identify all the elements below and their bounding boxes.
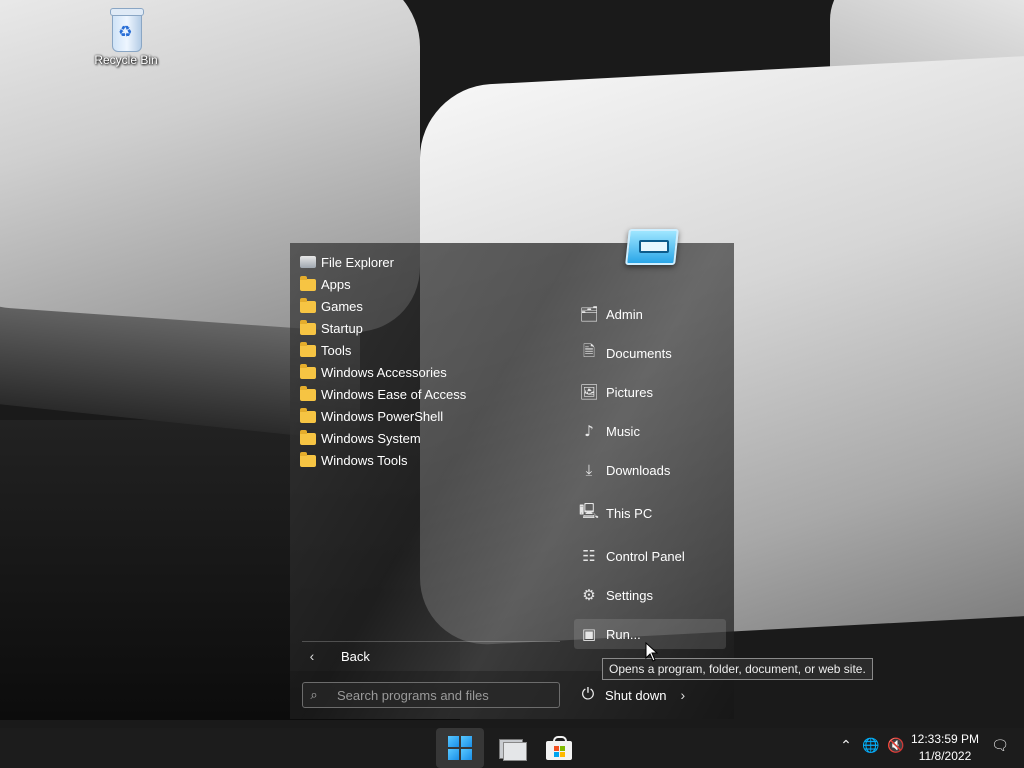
taskbar-store-button[interactable] [535, 728, 583, 768]
chevron-left-icon: ‹ [309, 648, 315, 664]
folder-icon [300, 320, 316, 335]
start-menu: File Explorer Apps Games Startup Tools W… [290, 229, 734, 719]
place-label: Run... [606, 626, 641, 642]
network-globe-icon[interactable]: 🌐 [861, 738, 881, 758]
search-input[interactable] [335, 686, 559, 704]
control-panel-icon: ☷ [582, 547, 596, 565]
chevron-right-icon[interactable]: › [680, 687, 685, 703]
place-this-pc[interactable]: 🖳 This PC [574, 498, 726, 528]
computer-icon: 🖳 [578, 501, 599, 520]
place-documents[interactable]: 🗎 Documents [574, 338, 726, 368]
program-label: Games [321, 298, 363, 314]
taskbar: ⌃ 🌐 🔇 12:33:59 PM 11/8/2022 🗨 [0, 728, 1024, 768]
program-label: Tools [321, 342, 352, 358]
program-label: File Explorer [321, 254, 394, 270]
folder-icon [300, 342, 316, 357]
gear-icon: ⚙ [582, 586, 596, 604]
folder-icon [300, 276, 316, 291]
download-icon: ⤓ [585, 461, 593, 479]
place-admin[interactable]: 🗂 Admin [574, 299, 726, 329]
show-hidden-icons-chevron-up-icon[interactable]: ⌃ [836, 738, 856, 758]
back-label: Back [341, 648, 370, 664]
power-icon: ⏻ [581, 686, 595, 703]
back-button[interactable]: ‹ Back [302, 645, 370, 667]
windows-logo-icon [448, 736, 472, 760]
run-icon: ▣ [581, 625, 597, 643]
program-item-windows-accessories[interactable]: Windows Accessories [290, 361, 565, 383]
program-label: Windows Accessories [321, 364, 447, 380]
place-label: Pictures [606, 384, 653, 400]
notification-icon[interactable]: 🗨 [990, 738, 1010, 758]
program-item-file-explorer[interactable]: File Explorer [290, 251, 565, 273]
program-item-games[interactable]: Games [290, 295, 565, 317]
place-label: Documents [606, 345, 672, 361]
program-item-startup[interactable]: Startup [290, 317, 565, 339]
program-item-apps[interactable]: Apps [290, 273, 565, 295]
desktop-icon-recycle-bin[interactable]: ♻ Recycle Bin [88, 6, 164, 67]
document-icon: 🗎 [582, 341, 596, 360]
program-item-tools[interactable]: Tools [290, 339, 565, 361]
place-label: Downloads [606, 462, 671, 478]
program-label: Startup [321, 320, 363, 336]
program-label: Windows System [321, 430, 421, 446]
clock[interactable]: 12:33:59 PM 11/8/2022 [906, 731, 984, 765]
place-music[interactable]: ♪ Music [574, 416, 726, 446]
place-label: This PC [606, 505, 653, 521]
user-picture-icon[interactable] [625, 229, 679, 265]
file-explorer-icon [300, 256, 316, 268]
shutdown-label: Shut down [605, 687, 667, 703]
taskbar-file-explorer-button[interactable] [487, 728, 535, 768]
shutdown-button[interactable]: ⏻ Shut down › [578, 683, 685, 707]
clock-date: 11/8/2022 [918, 749, 972, 763]
program-item-windows-ease-of-access[interactable]: Windows Ease of Access [290, 383, 565, 405]
place-label: Admin [606, 306, 643, 322]
folder-icon [300, 364, 316, 379]
tooltip: Opens a program, folder, document, or we… [602, 658, 873, 680]
folder-icon [300, 452, 316, 467]
picture-icon: 🖼 [579, 383, 599, 401]
place-control-panel[interactable]: ☷ Control Panel [574, 541, 726, 571]
file-explorer-icon [497, 737, 527, 761]
music-note-icon: ♪ [584, 422, 594, 440]
place-label: Settings [606, 587, 653, 603]
place-label: Music [606, 423, 640, 439]
program-label: Apps [321, 276, 351, 292]
program-label: Windows Tools [321, 452, 408, 468]
program-item-windows-tools[interactable]: Windows Tools [290, 449, 565, 471]
folder-icon [300, 298, 316, 313]
place-pictures[interactable]: 🖼 Pictures [574, 377, 726, 407]
search-box[interactable]: ⌕ [302, 682, 560, 708]
desktop-icon-label: Recycle Bin [94, 53, 158, 67]
place-downloads[interactable]: ⤓ Downloads [574, 455, 726, 485]
clock-time: 12:33:59 PM [910, 732, 980, 746]
folder-icon [300, 386, 316, 401]
program-list: File Explorer Apps Games Startup Tools W… [290, 251, 565, 471]
start-button[interactable] [436, 728, 484, 768]
divider [302, 641, 560, 642]
volume-muted-icon[interactable]: 🔇 [886, 738, 906, 758]
program-item-windows-system[interactable]: Windows System [290, 427, 565, 449]
program-item-windows-powershell[interactable]: Windows PowerShell [290, 405, 565, 427]
place-label: Control Panel [606, 548, 685, 564]
recycle-bin-icon: ♻ [108, 6, 144, 52]
folder-icon [300, 430, 316, 445]
user-folder-icon: 🗂 [579, 305, 599, 323]
program-label: Windows Ease of Access [321, 386, 467, 402]
search-icon: ⌕ [310, 687, 318, 702]
store-icon [546, 736, 572, 760]
program-label: Windows PowerShell [321, 408, 444, 424]
place-settings[interactable]: ⚙ Settings [574, 580, 726, 610]
folder-icon [300, 408, 316, 423]
